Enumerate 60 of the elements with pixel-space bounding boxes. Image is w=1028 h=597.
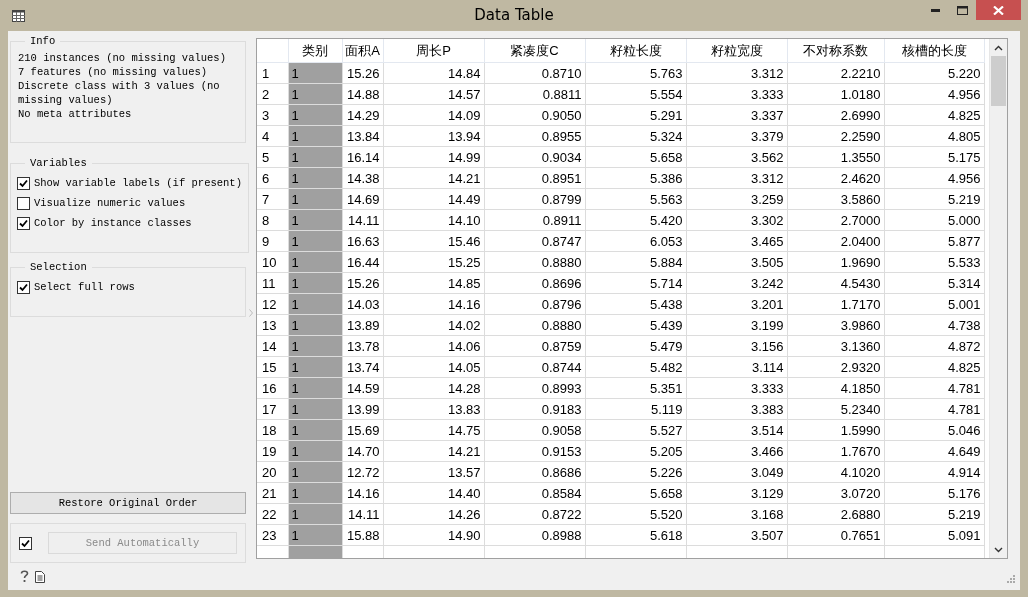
class-cell: 1	[288, 209, 342, 231]
class-cell: 1	[288, 167, 342, 189]
close-icon	[993, 5, 1004, 15]
info-text: Discrete class with 3 values (no missing values)	[17, 79, 221, 107]
class-cell: 1	[288, 314, 342, 336]
group-title: Info	[29, 35, 57, 47]
class-cell: 1	[288, 356, 342, 378]
class-cell: 1	[288, 524, 342, 546]
class-cell: 1	[288, 293, 342, 315]
scroll-down-icon[interactable]	[994, 547, 1003, 553]
class-cell: 1	[288, 503, 342, 525]
class-cell: 1	[288, 188, 342, 210]
vertical-scrollbar[interactable]	[989, 39, 1007, 558]
checkbox[interactable]	[17, 176, 30, 190]
class-cell: 1	[288, 62, 342, 84]
info-text: 7 features (no missing values)	[17, 65, 209, 79]
class-cell: 1	[288, 104, 342, 126]
column-header[interactable]: 面积A	[342, 39, 383, 63]
column-header[interactable]: 紧凑度C	[484, 39, 585, 63]
class-cell: 1	[288, 419, 342, 441]
class-cell: 1	[288, 125, 342, 147]
restore-order-button[interactable]: Restore Original Order	[10, 492, 246, 514]
maximize-icon	[957, 5, 968, 15]
resize-grip-icon[interactable]	[1006, 574, 1015, 583]
column-header[interactable]: 核槽的长度	[884, 39, 984, 63]
checkbox[interactable]	[17, 280, 30, 294]
group-title: Variables	[29, 157, 88, 169]
class-cell: 1	[288, 230, 342, 252]
class-cell: 1	[288, 398, 342, 420]
column-header[interactable]: 类别	[288, 39, 342, 63]
column-header[interactable]: 周长P	[383, 39, 484, 63]
window-title: Data Table	[474, 6, 554, 24]
close-button[interactable]	[976, 0, 1021, 20]
class-cell: 1	[288, 482, 342, 504]
info-text: 210 instances (no missing values)	[17, 51, 227, 65]
class-cell: 1	[288, 461, 342, 483]
checkbox[interactable]	[17, 216, 30, 230]
option-label: Visualize numeric values	[34, 197, 186, 209]
scroll-up-icon[interactable]	[994, 45, 1003, 51]
class-cell: 1	[288, 83, 342, 105]
checkbox[interactable]	[17, 196, 30, 210]
document-icon[interactable]	[35, 570, 45, 583]
group-title: Selection	[29, 261, 88, 273]
class-cell: 1	[288, 377, 342, 399]
column-header[interactable]: 不对称系数	[787, 39, 884, 63]
class-cell: 1	[288, 335, 342, 357]
class-cell: 1	[288, 251, 342, 273]
help-icon[interactable]	[20, 570, 29, 583]
table-icon	[12, 9, 25, 22]
option-label: Select full rows	[34, 281, 135, 293]
minimize-icon	[931, 8, 940, 12]
info-text: No meta attributes	[17, 107, 133, 121]
scrollbar-thumb[interactable]	[991, 56, 1006, 106]
option-label: Color by instance classes	[34, 217, 192, 229]
class-cell: 1	[288, 146, 342, 168]
class-cell: 1	[288, 272, 342, 294]
class-cell: 1	[288, 440, 342, 462]
column-header[interactable]: 籽粒宽度	[686, 39, 787, 63]
column-header[interactable]: 籽粒长度	[585, 39, 686, 63]
option-label: Show variable labels (if present)	[34, 177, 242, 189]
